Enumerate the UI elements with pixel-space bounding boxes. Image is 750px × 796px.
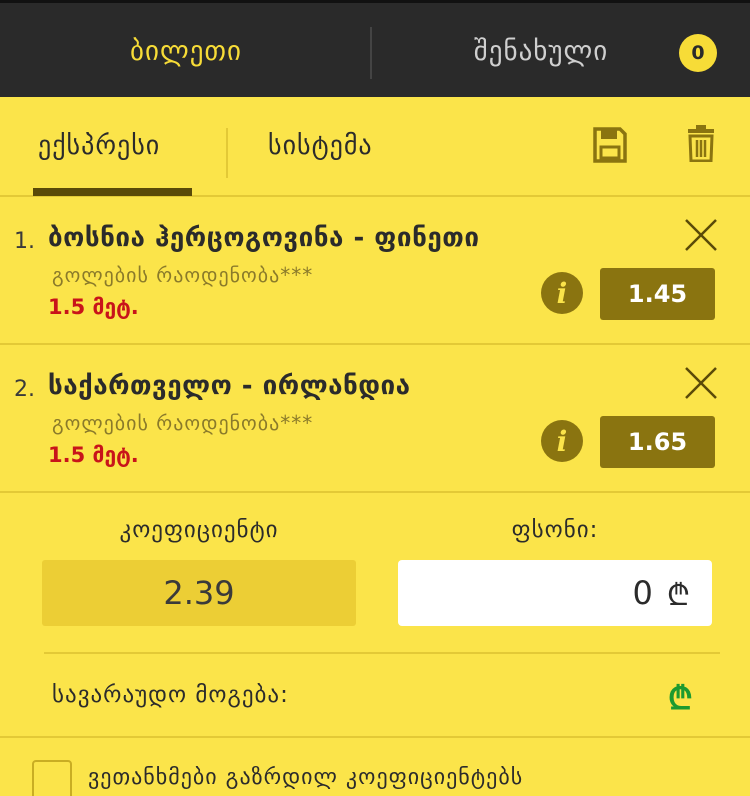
bet-pick: 1.5 მეტ.: [48, 443, 139, 467]
bet-item: 1. ბოსნია ჰერცოგოვინა - ფინეთი გოლების რ…: [0, 197, 750, 345]
possible-win-label: სავარაუდო მოგება:: [52, 682, 289, 708]
bet-title: ბოსნია ჰერცოგოვინა - ფინეთი: [48, 223, 480, 253]
possible-win-value: ₾: [668, 679, 693, 717]
agree-checkbox[interactable]: [32, 760, 72, 796]
odds-box: 1.65: [600, 416, 715, 468]
divider: [0, 736, 750, 738]
active-tab-indicator: [33, 188, 192, 196]
saved-count-badge: 0: [679, 34, 717, 72]
bet-market: გოლების რაოდენობა***: [52, 411, 314, 435]
stake-input[interactable]: 0 ₾: [398, 560, 712, 626]
info-icon[interactable]: i: [541, 272, 583, 314]
coef-label: კოეფიციენტი: [119, 517, 279, 543]
top-bar: ბილეთი შენახული 0: [0, 0, 750, 97]
bet-type-tabs: ექსპრესი სისტემა: [0, 97, 750, 197]
floppy-disk-icon[interactable]: [592, 126, 628, 164]
bet-market: გოლების რაოდენობა***: [52, 263, 314, 287]
trash-icon[interactable]: [687, 124, 715, 162]
lari-icon: ₾: [666, 577, 690, 613]
bet-number: 2.: [14, 377, 35, 402]
agree-label: ვეთანხმები გაზრდილ კოეფიციენტებს: [88, 765, 524, 790]
stake-value: 0: [632, 574, 653, 612]
subtab-divider: [226, 128, 228, 178]
tab-saved-label: შენახული: [473, 36, 609, 67]
total-coef-value: 2.39: [42, 560, 356, 626]
stake-label: ფსონი:: [511, 517, 599, 543]
divider: [44, 652, 720, 654]
tab-express[interactable]: ექსპრესი: [38, 97, 160, 195]
tab-ticket[interactable]: ბილეთი: [0, 3, 372, 100]
bet-item: 2. საქართველო - ირლანდია გოლების რაოდენო…: [0, 345, 750, 493]
bet-title: საქართველო - ირლანდია: [48, 371, 411, 401]
close-icon[interactable]: [683, 217, 719, 253]
close-icon[interactable]: [683, 365, 719, 401]
tab-system[interactable]: სისტემა: [268, 97, 373, 195]
bet-number: 1.: [14, 229, 35, 254]
info-icon[interactable]: i: [541, 420, 583, 462]
odds-box: 1.45: [600, 268, 715, 320]
bet-pick: 1.5 მეტ.: [48, 295, 139, 319]
